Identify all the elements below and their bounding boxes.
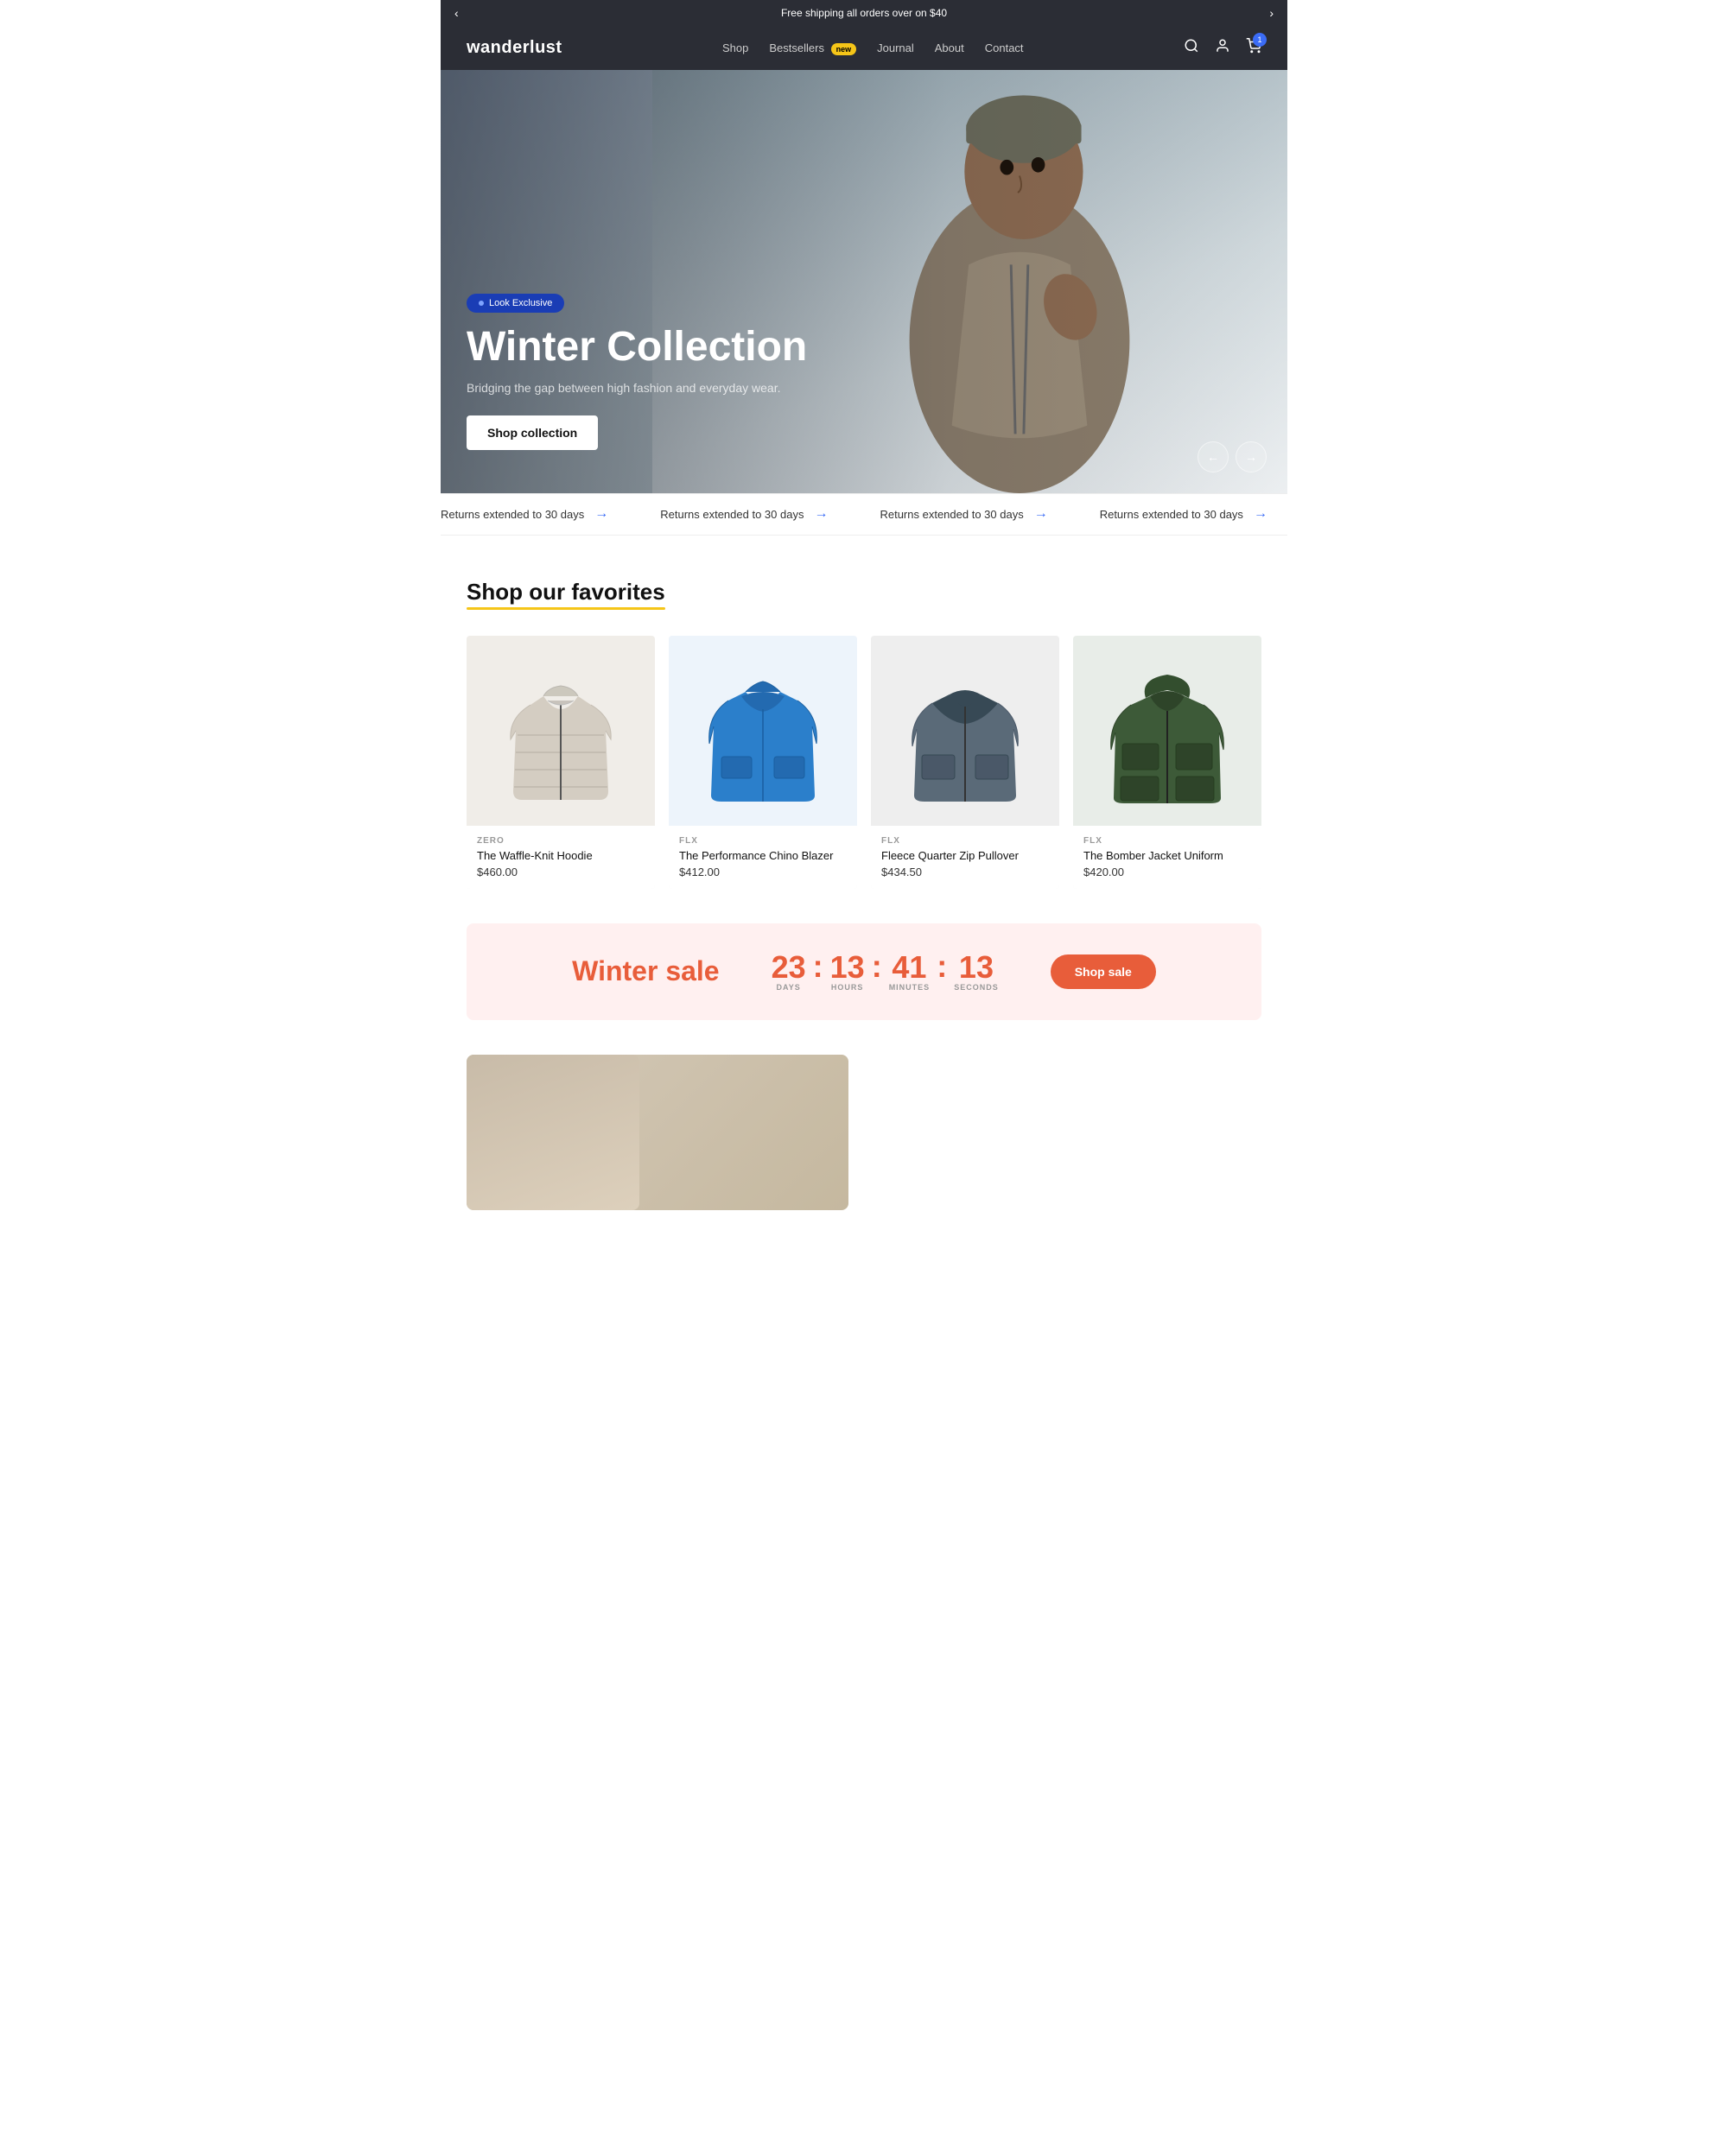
hero-section: Look Exclusive Winter Collection Bridgin… xyxy=(441,70,1287,493)
product-card-2[interactable]: FLX The Performance Chino Blazer $412.00 xyxy=(669,636,857,889)
returns-arrow-icon-3: → xyxy=(1034,506,1048,522)
countdown-minutes-num: 41 xyxy=(889,952,931,983)
teaser-inner xyxy=(467,1055,639,1210)
announcement-prev-button[interactable]: ‹ xyxy=(454,6,459,20)
returns-ticker: Returns extended to 30 days → Returns ex… xyxy=(441,506,1287,522)
countdown: 23 DAYS : 13 HOURS : 41 MINUTES : 13 SEC… xyxy=(772,951,999,992)
sale-title: Winter sale xyxy=(572,955,719,987)
countdown-seconds-num: 13 xyxy=(954,952,999,983)
product-name-1: The Waffle-Knit Hoodie xyxy=(477,849,645,862)
search-button[interactable] xyxy=(1184,38,1199,58)
product-card-1[interactable]: ZERO The Waffle-Knit Hoodie $460.00 xyxy=(467,636,655,889)
announcement-text: Free shipping all orders over on $40 xyxy=(781,7,947,19)
countdown-hours-label: HOURS xyxy=(830,983,865,992)
product-image-1 xyxy=(467,636,655,826)
product-name-4: The Bomber Jacket Uniform xyxy=(1083,849,1251,862)
hero-prev-arrow[interactable]: ← xyxy=(1198,441,1229,472)
section-heading-plain: Shop xyxy=(467,579,529,605)
product-price-4: $420.00 xyxy=(1083,866,1251,878)
product-name-3: Fleece Quarter Zip Pullover xyxy=(881,849,1049,862)
returns-item-3: Returns extended to 30 days → xyxy=(880,506,1047,522)
sale-banner: Winter sale 23 DAYS : 13 HOURS : 41 MINU… xyxy=(467,923,1261,1020)
returns-text-4: Returns extended to 30 days xyxy=(1100,508,1243,521)
product-jacket-svg-1 xyxy=(500,653,621,808)
returns-arrow-icon-2: → xyxy=(814,506,828,522)
product-image-2 xyxy=(669,636,857,826)
search-icon xyxy=(1184,38,1199,54)
announcement-next-button[interactable]: › xyxy=(1269,6,1274,20)
product-brand-1: ZERO xyxy=(477,836,645,846)
returns-arrow-icon-4: → xyxy=(1254,506,1267,522)
returns-bar: Returns extended to 30 days → Returns ex… xyxy=(441,493,1287,536)
product-info-3: FLX Fleece Quarter Zip Pullover $434.50 xyxy=(871,826,1059,889)
hero-cta-button[interactable]: Shop collection xyxy=(467,415,598,450)
product-jacket-svg-3 xyxy=(905,653,1026,808)
header-icons: 1 xyxy=(1184,38,1261,58)
product-price-3: $434.50 xyxy=(881,866,1049,878)
nav-contact[interactable]: Contact xyxy=(985,41,1024,54)
hero-nav-arrows: ← → xyxy=(1198,441,1267,472)
countdown-seconds: 13 SECONDS xyxy=(954,952,999,992)
countdown-sep-3: : xyxy=(937,951,947,992)
shop-favorites-section: Shop our favorites xyxy=(441,536,1287,923)
countdown-days-label: DAYS xyxy=(772,983,806,992)
returns-text-3: Returns extended to 30 days xyxy=(880,508,1023,521)
product-info-2: FLX The Performance Chino Blazer $412.00 xyxy=(669,826,857,889)
returns-arrow-icon-1: → xyxy=(594,506,608,522)
main-nav: Shop Bestsellers new Journal About Conta… xyxy=(722,41,1024,54)
site-logo[interactable]: wanderlust xyxy=(467,38,562,58)
product-image-3 xyxy=(871,636,1059,826)
hero-title: Winter Collection xyxy=(467,325,807,371)
product-brand-2: FLX xyxy=(679,836,847,846)
product-price-2: $412.00 xyxy=(679,866,847,878)
bottom-teaser xyxy=(441,1055,1287,1245)
nav-about[interactable]: About xyxy=(935,41,964,54)
product-brand-4: FLX xyxy=(1083,836,1251,846)
product-info-1: ZERO The Waffle-Knit Hoodie $460.00 xyxy=(467,826,655,889)
countdown-days: 23 DAYS xyxy=(772,952,806,992)
product-card-4[interactable]: FLX The Bomber Jacket Uniform $420.00 xyxy=(1073,636,1261,889)
countdown-seconds-label: SECONDS xyxy=(954,983,999,992)
nav-badge-new: new xyxy=(831,43,857,55)
hero-tag-dot xyxy=(479,301,484,306)
nav-journal[interactable]: Journal xyxy=(877,41,914,54)
product-info-4: FLX The Bomber Jacket Uniform $420.00 xyxy=(1073,826,1261,889)
cart-button[interactable]: 1 xyxy=(1246,38,1261,58)
countdown-days-num: 23 xyxy=(772,952,806,983)
shop-sale-button[interactable]: Shop sale xyxy=(1051,954,1156,989)
countdown-sep-2: : xyxy=(872,951,882,992)
nav-bestsellers[interactable]: Bestsellers new xyxy=(769,41,856,54)
product-brand-3: FLX xyxy=(881,836,1049,846)
returns-item-4: Returns extended to 30 days → xyxy=(1100,506,1267,522)
product-jacket-svg-4 xyxy=(1107,653,1228,808)
account-button[interactable] xyxy=(1215,38,1230,58)
announcement-bar: ‹ Free shipping all orders over on $40 › xyxy=(441,0,1287,26)
product-name-2: The Performance Chino Blazer xyxy=(679,849,847,862)
account-icon xyxy=(1215,38,1230,54)
hero-content: Look Exclusive Winter Collection Bridgin… xyxy=(441,294,833,493)
countdown-minutes-label: MINUTES xyxy=(889,983,931,992)
returns-text-1: Returns extended to 30 days xyxy=(441,508,584,521)
countdown-sep-1: : xyxy=(813,951,823,992)
returns-text-2: Returns extended to 30 days xyxy=(660,508,804,521)
hero-subtitle: Bridging the gap between high fashion an… xyxy=(467,381,807,395)
section-heading: Shop our favorites xyxy=(467,579,665,610)
hero-tag: Look Exclusive xyxy=(467,294,564,313)
countdown-hours-num: 13 xyxy=(830,952,865,983)
product-jacket-svg-2 xyxy=(702,653,823,808)
countdown-minutes: 41 MINUTES xyxy=(889,952,931,992)
product-card-3[interactable]: FLX Fleece Quarter Zip Pullover $434.50 xyxy=(871,636,1059,889)
products-grid: ZERO The Waffle-Knit Hoodie $460.00 xyxy=(467,636,1261,889)
site-header: wanderlust Shop Bestsellers new Journal … xyxy=(441,26,1287,70)
returns-item-2: Returns extended to 30 days → xyxy=(660,506,828,522)
product-image-4 xyxy=(1073,636,1261,826)
countdown-hours: 13 HOURS xyxy=(830,952,865,992)
returns-item-1: Returns extended to 30 days → xyxy=(441,506,608,522)
product-price-1: $460.00 xyxy=(477,866,645,878)
hero-next-arrow[interactable]: → xyxy=(1236,441,1267,472)
cart-count-badge: 1 xyxy=(1253,33,1267,47)
teaser-card[interactable] xyxy=(467,1055,848,1210)
nav-shop[interactable]: Shop xyxy=(722,41,748,54)
